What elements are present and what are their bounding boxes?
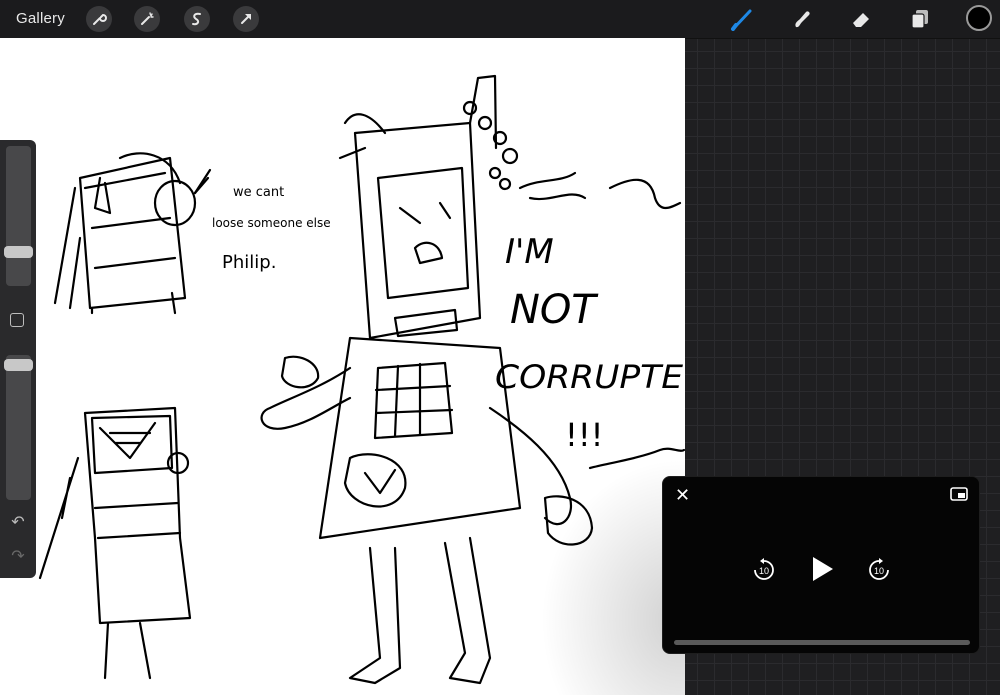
brush-icon[interactable] [729, 6, 755, 32]
selection-icon[interactable] [184, 6, 210, 32]
shout-line1: I'M [505, 232, 554, 272]
close-icon[interactable]: ✕ [675, 485, 690, 506]
opacity-thumb[interactable] [4, 359, 33, 371]
drawing-canvas[interactable]: we cant loose someone else Philip. I'M N… [0, 38, 685, 695]
layers-icon[interactable] [907, 6, 933, 32]
play-icon[interactable] [809, 555, 835, 588]
toolbar: Gallery [0, 0, 1000, 39]
shout-line4: !!! [565, 416, 603, 454]
handwriting-line3: Philip. [222, 252, 276, 273]
opacity-slider[interactable] [6, 355, 31, 500]
gallery-button[interactable]: Gallery [16, 10, 65, 27]
shout-line2: NOT [510, 287, 599, 333]
smudge-icon[interactable] [789, 6, 815, 32]
brush-size-thumb[interactable] [4, 246, 33, 258]
skip-back-label: 10 [759, 566, 769, 576]
eyedropper-square-button[interactable] [10, 313, 24, 327]
brush-sidebar: ↶ ↷ [0, 140, 36, 578]
picture-in-picture-icon[interactable] [950, 487, 968, 506]
skip-forward-button[interactable]: 10 [866, 557, 892, 588]
undo-icon[interactable]: ↶ [8, 512, 28, 532]
video-progress-bar[interactable] [674, 640, 970, 645]
color-picker-button[interactable] [966, 5, 992, 31]
redo-icon[interactable]: ↷ [8, 546, 28, 566]
eraser-icon[interactable] [848, 6, 874, 32]
skip-forward-label: 10 [874, 566, 884, 576]
transform-arrow-icon[interactable] [233, 6, 259, 32]
brush-size-slider[interactable] [6, 146, 31, 286]
wrench-icon[interactable] [86, 6, 112, 32]
handwriting-line2: loose someone else [212, 216, 331, 230]
shout-line3: CORRUPTE [495, 358, 684, 396]
video-player[interactable]: ✕ 10 10 [662, 476, 980, 654]
skip-back-button[interactable]: 10 [751, 557, 777, 588]
magic-wand-icon[interactable] [134, 6, 160, 32]
handwriting-line1: we cant [233, 185, 284, 200]
